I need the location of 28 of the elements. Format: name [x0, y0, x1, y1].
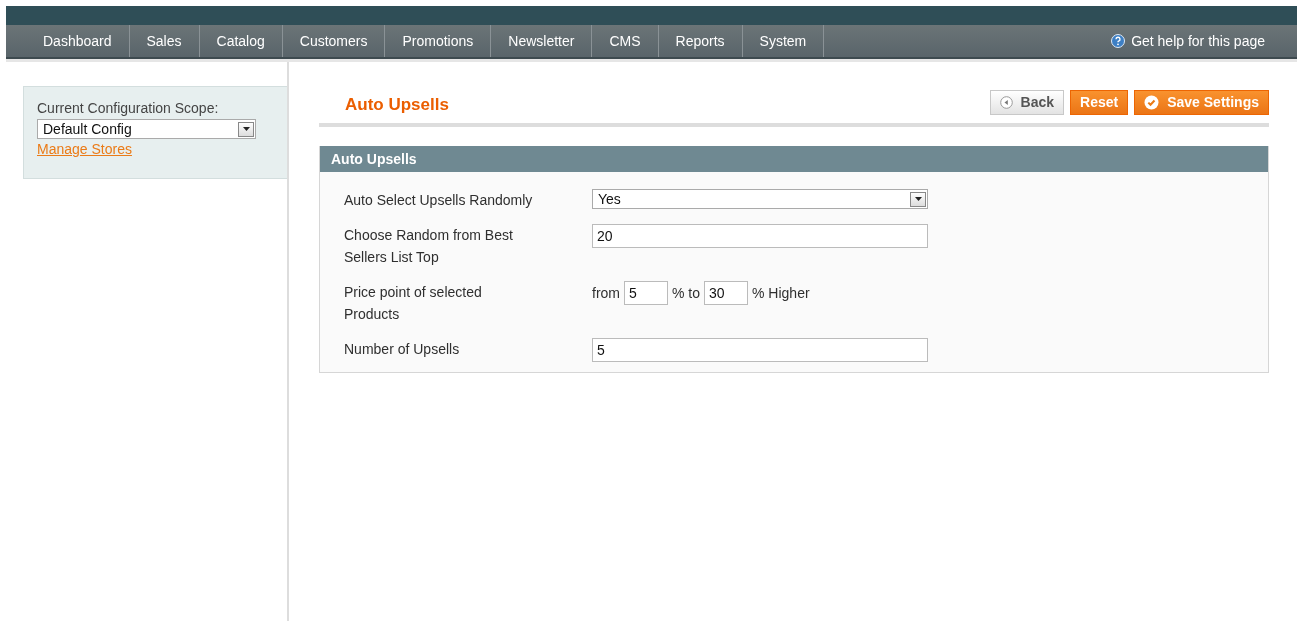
field-label: Choose Random from Best Sellers List Top — [344, 226, 514, 267]
nav-menu-item[interactable]: CMS — [592, 25, 659, 57]
input-field[interactable]: 30 — [704, 281, 748, 305]
nav-menu-item[interactable]: Sales — [129, 25, 200, 57]
field-label: Number of Upsells — [344, 340, 461, 359]
input-field[interactable]: 20 — [592, 224, 928, 248]
range-suffix: % Higher — [752, 285, 810, 301]
field-label: Auto Select Upsells Randomly — [344, 191, 534, 210]
nav-menu-item[interactable]: Catalog — [199, 25, 283, 57]
select-field[interactable]: Yes — [592, 189, 928, 209]
field-label: Price point of selected Products — [344, 283, 483, 324]
check-icon — [1144, 94, 1160, 110]
input-field[interactable]: 5 — [592, 338, 928, 362]
scope-select[interactable]: Default Config — [37, 119, 256, 139]
nav-menu-item[interactable]: Customers — [282, 25, 386, 57]
section-header: Auto Upsells — [320, 146, 1268, 172]
nav-menu-item[interactable]: Promotions — [385, 25, 492, 57]
page-title: Auto Upsells — [345, 94, 449, 115]
nav-menu-item[interactable]: Reports — [658, 25, 743, 57]
nav-menu-item[interactable]: System — [742, 25, 825, 57]
range-prefix: from — [592, 285, 620, 301]
help-icon — [1111, 34, 1126, 48]
range-separator: % to — [672, 285, 700, 301]
scope-label: Current Configuration Scope: — [37, 100, 220, 116]
nav-menu-item[interactable]: Dashboard — [26, 25, 130, 57]
nav-menu-item[interactable]: Newsletter — [491, 25, 593, 57]
back-button[interactable]: Back — [989, 89, 1065, 115]
input-field[interactable]: 5 — [624, 281, 668, 305]
